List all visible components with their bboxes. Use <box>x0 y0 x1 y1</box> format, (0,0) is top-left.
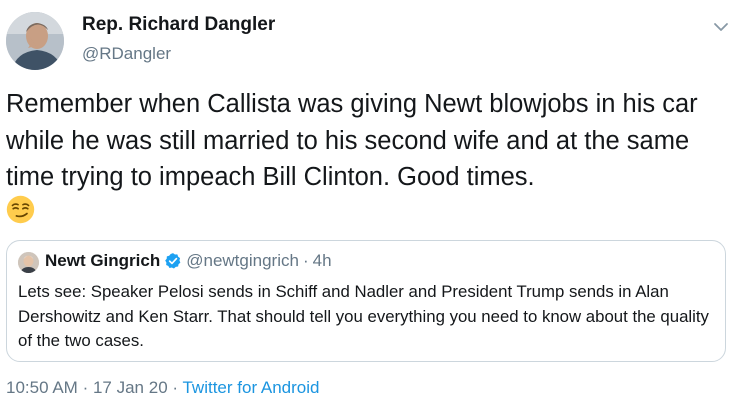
author-avatar[interactable] <box>6 12 64 70</box>
dot-separator: · <box>302 251 309 270</box>
dot-separator: · <box>172 378 179 397</box>
person-photo-icon <box>6 12 64 70</box>
chevron-down-icon[interactable] <box>712 20 730 34</box>
verified-badge-icon <box>165 253 181 269</box>
tweet-meta: 10:50 AM · 17 Jan 20 · Twitter for Andro… <box>6 378 320 398</box>
author-name[interactable]: Rep. Richard Dangler <box>82 14 275 36</box>
quoted-tweet[interactable]: Newt Gingrich @newtgingrich · 4h Lets se… <box>6 240 726 362</box>
dot-separator: · <box>82 378 89 397</box>
tweet-text: Remember when Callista was giving Newt b… <box>6 90 698 191</box>
quoted-author-avatar <box>18 252 39 273</box>
tweet-card: Rep. Richard Dangler @RDangler Remember … <box>0 0 744 410</box>
quoted-header: Newt Gingrich @newtgingrich · 4h <box>45 251 332 271</box>
author-handle[interactable]: @RDangler <box>82 44 171 64</box>
tweet-date[interactable]: 17 Jan 20 <box>93 378 168 397</box>
quoted-text: Lets see: Speaker Pelosi sends in Schiff… <box>18 282 709 350</box>
smirking-face-icon <box>6 195 35 224</box>
quoted-author-handle: @newtgingrich <box>186 251 299 270</box>
tweet-time[interactable]: 10:50 AM <box>6 378 78 397</box>
source-link[interactable]: Twitter for Android <box>182 378 319 397</box>
quoted-author-name: Newt Gingrich <box>45 251 161 270</box>
quoted-timestamp: 4h <box>312 251 332 270</box>
person-photo-icon <box>18 252 39 273</box>
